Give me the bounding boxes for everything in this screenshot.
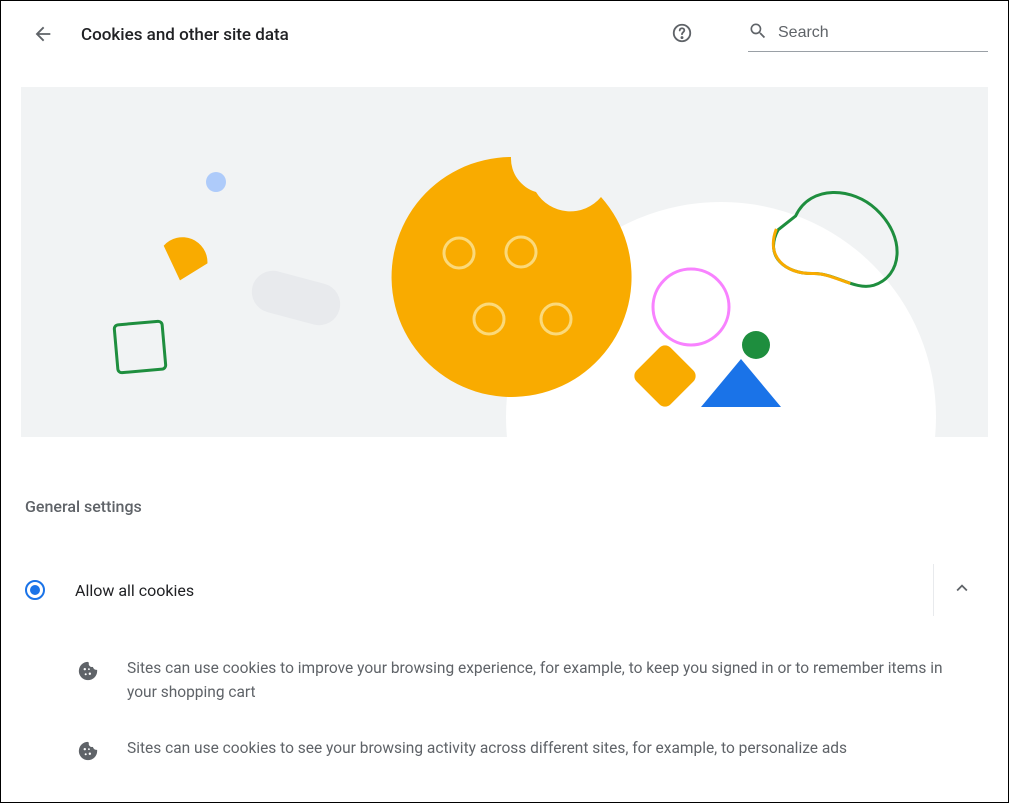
detail-item: Sites can use cookies to improve your br… [77,656,984,704]
page-title: Cookies and other site data [81,25,289,45]
help-circle-icon [671,22,693,48]
detail-item: Sites can use cookies to see your browsi… [77,736,984,766]
arrow-left-icon [32,23,54,48]
section-label-general: General settings [25,497,1008,516]
back-button[interactable] [25,17,61,53]
hero-illustration [21,87,988,437]
cookie-icon [77,656,99,686]
cookie-icon [77,736,99,766]
option-allow-all-label: Allow all cookies [75,581,927,600]
detail-text: Sites can use cookies to see your browsi… [127,736,847,760]
header-bar: Cookies and other site data [1,1,1008,65]
search-icon [748,21,768,45]
search-field-container[interactable] [748,19,988,52]
option-details: Sites can use cookies to improve your br… [1,656,1008,766]
option-divider [933,564,934,616]
option-allow-all-cookies[interactable]: Allow all cookies [1,546,1008,634]
help-button[interactable] [664,17,700,53]
search-input[interactable] [776,23,988,43]
chevron-up-icon [951,577,973,603]
expand-toggle[interactable] [940,568,984,612]
detail-text: Sites can use cookies to improve your br… [127,656,967,704]
radio-allow-all[interactable] [25,580,45,600]
